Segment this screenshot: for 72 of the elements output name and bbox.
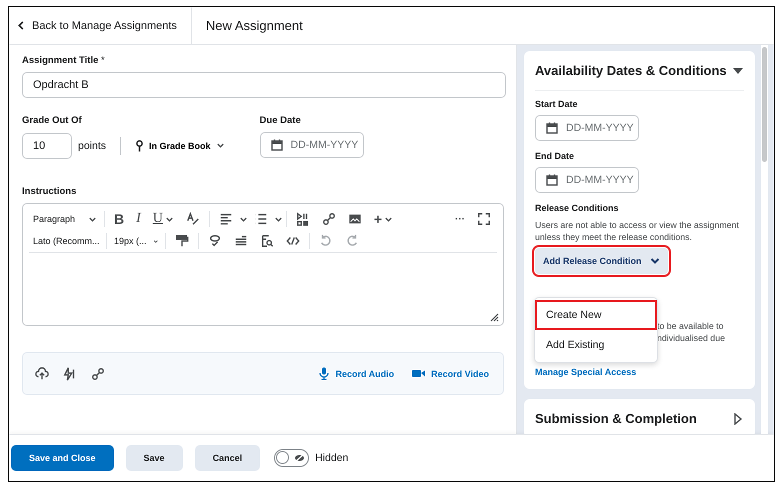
release-description: Users are not able to access or view the assignment unless they meet the release conditions. xyxy=(535,219,740,244)
chevron-down-icon xyxy=(274,214,283,224)
underline-button[interactable]: U xyxy=(146,211,180,227)
paint-roller-icon[interactable] xyxy=(175,234,189,248)
menu-item[interactable]: Add Existing xyxy=(535,330,657,360)
field-label: Release Conditions xyxy=(535,203,620,213)
chevron-left-icon xyxy=(17,21,25,30)
visibility-toggle[interactable] xyxy=(274,449,310,467)
title-field[interactable]: Opdracht B xyxy=(22,72,506,98)
grade-book-dropdown[interactable]: In Grade Book xyxy=(135,140,225,152)
calendar-icon xyxy=(270,139,283,151)
media-icon[interactable] xyxy=(296,212,310,226)
insert-button[interactable]: + xyxy=(368,211,400,227)
code-icon[interactable] xyxy=(286,234,300,248)
flash-icon[interactable] xyxy=(63,366,77,380)
link-icon[interactable] xyxy=(91,366,105,380)
field-label: Assignment Title * xyxy=(22,55,106,66)
align-icon[interactable] xyxy=(218,212,233,226)
unit-label: points xyxy=(78,140,106,152)
scrollbar-thumb[interactable] xyxy=(762,47,767,162)
date-field[interactable]: DD-MM-YYYY xyxy=(535,115,639,141)
section-header[interactable]: Availability Dates & Conditions xyxy=(535,63,744,91)
menu-item[interactable]: Create New xyxy=(535,300,657,330)
add-release-condition-button[interactable]: Add Release Condition xyxy=(535,248,668,274)
toggle-label: Hidden xyxy=(315,452,348,464)
accessibility-check-icon[interactable] xyxy=(208,234,222,248)
record-video-button[interactable]: Record Video xyxy=(412,368,489,378)
chevron-down-icon xyxy=(650,256,660,266)
field-label: Grade Out Of xyxy=(22,115,83,126)
date-field[interactable]: DD-MM-YYYY xyxy=(260,132,364,158)
action-button[interactable]: Save and Close xyxy=(11,445,114,471)
triangle-right-icon xyxy=(732,412,744,425)
image-icon[interactable] xyxy=(348,212,362,226)
chevron-down-icon xyxy=(216,141,225,150)
date-field[interactable]: DD-MM-YYYY xyxy=(535,167,639,193)
pin-icon xyxy=(135,140,144,152)
text-style-icon[interactable] xyxy=(186,212,200,226)
calendar-icon xyxy=(546,174,558,186)
calendar-icon xyxy=(546,122,558,134)
bold-button[interactable]: B xyxy=(108,211,130,227)
field-label: Instructions xyxy=(22,186,78,197)
video-camera-icon xyxy=(412,369,426,378)
eye-slash-icon xyxy=(294,453,306,463)
italic-button[interactable]: I xyxy=(130,211,147,227)
back-link[interactable]: Back to Manage Assignments xyxy=(9,7,192,44)
chevron-down-icon xyxy=(238,214,248,224)
fullscreen-icon[interactable] xyxy=(477,212,491,226)
record-audio-button[interactable]: Record Audio xyxy=(319,367,394,380)
upload-icon[interactable] xyxy=(35,366,49,380)
chevron-down-icon xyxy=(384,214,394,224)
field-label: End Date xyxy=(535,151,576,161)
action-button[interactable]: Cancel xyxy=(194,445,260,471)
preview-icon[interactable] xyxy=(260,234,274,248)
manage-special-access-link[interactable]: Manage Special Access xyxy=(535,367,744,378)
microphone-icon xyxy=(319,367,330,380)
chevron-down-icon xyxy=(164,214,174,224)
lines-icon[interactable] xyxy=(234,234,248,248)
page-title: New Assignment xyxy=(204,17,303,35)
field-label: Start Date xyxy=(535,99,579,109)
link-icon[interactable] xyxy=(322,212,336,226)
chevron-down-icon xyxy=(88,214,97,224)
field-label: Due Date xyxy=(260,115,302,126)
section-header[interactable]: Submission & Completion xyxy=(535,411,744,426)
grade-field[interactable]: 10 xyxy=(22,132,72,158)
size-dropdown[interactable]: 19px (... xyxy=(110,236,162,246)
text-editor[interactable]: Paragraph B I U + ··· Lato (Recomm... 19px (... xyxy=(22,203,504,326)
more-button[interactable]: ··· xyxy=(449,214,471,224)
format-dropdown[interactable]: Paragraph xyxy=(29,214,101,224)
description-text: ndividualised due xyxy=(657,332,726,346)
resize-handle-icon[interactable] xyxy=(490,313,499,322)
action-button[interactable]: Save xyxy=(126,445,183,471)
font-dropdown[interactable]: Lato (Recomm... xyxy=(29,236,103,246)
